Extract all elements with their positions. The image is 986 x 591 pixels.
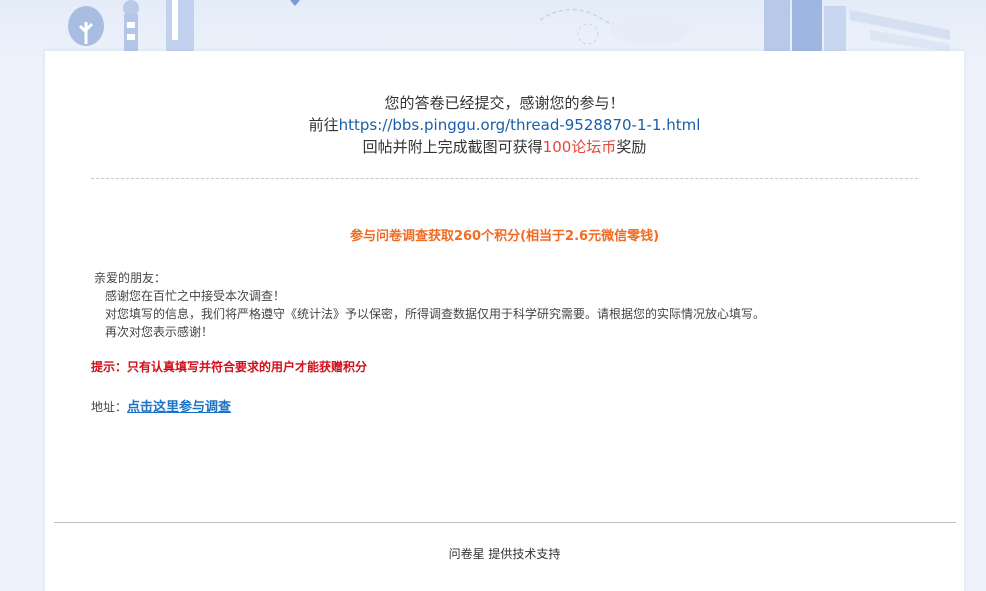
promo-heading: 参与问卷调查获取260个积分(相当于2.6元微信零钱) (349, 229, 660, 244)
survey-letter: 亲爱的朋友： 感谢您在百忙之中接受本次调查！ 对您填写的信息，我们将严格遵守《统… (94, 269, 914, 341)
address-label: 地址： (91, 400, 128, 414)
reward-prefix: 回帖并附上完成截图可获得 (362, 138, 543, 156)
letter-greeting: 亲爱的朋友： (94, 271, 167, 285)
footer-divider (54, 522, 956, 523)
submission-message: 您的答卷已经提交，感谢您的参与！ 前往https://bbs.pinggu.or… (45, 92, 964, 158)
letter-paragraph-2: 对您填写的信息，我们将严格遵守《统计法》予以保密，所得调查数据仅用于科学研究需要… (105, 307, 766, 321)
submitted-text: 您的答卷已经提交，感谢您的参与！ (384, 94, 625, 112)
letter-paragraph-3: 再次对您表示感谢！ (105, 325, 214, 339)
reward-amount: 100论坛币 (542, 138, 617, 156)
tower-illustration-icon (123, 0, 139, 52)
books-illustration-icon (764, 0, 950, 52)
goto-line: 前往https://bbs.pinggu.org/thread-9528870-… (45, 114, 964, 136)
reward-suffix: 奖励 (616, 138, 647, 156)
building-illustration-icon (166, 0, 194, 52)
cloud-path-icon (540, 8, 690, 46)
tip-text: 提示：只有认真填写并符合要求的用户才能获赠积分 (91, 360, 368, 374)
address-line: 地址：点击这里参与调查 (91, 396, 231, 415)
marker-icon (290, 0, 300, 6)
result-card: 您的答卷已经提交，感谢您的参与！ 前往https://bbs.pinggu.or… (45, 51, 964, 591)
letter-paragraph-1: 感谢您在百忙之中接受本次调查！ (105, 289, 286, 303)
footer-credit: 问卷星 提供技术支持 (448, 547, 561, 561)
survey-link[interactable]: 点击这里参与调查 (127, 400, 231, 415)
thread-url-link[interactable]: https://bbs.pinggu.org/thread-9528870-1-… (339, 116, 701, 134)
dashed-divider (91, 178, 918, 179)
goto-prefix: 前往 (308, 116, 339, 134)
reward-line: 回帖并附上完成截图可获得100论坛币奖励 (45, 136, 964, 158)
tree-illustration-icon (68, 6, 104, 46)
